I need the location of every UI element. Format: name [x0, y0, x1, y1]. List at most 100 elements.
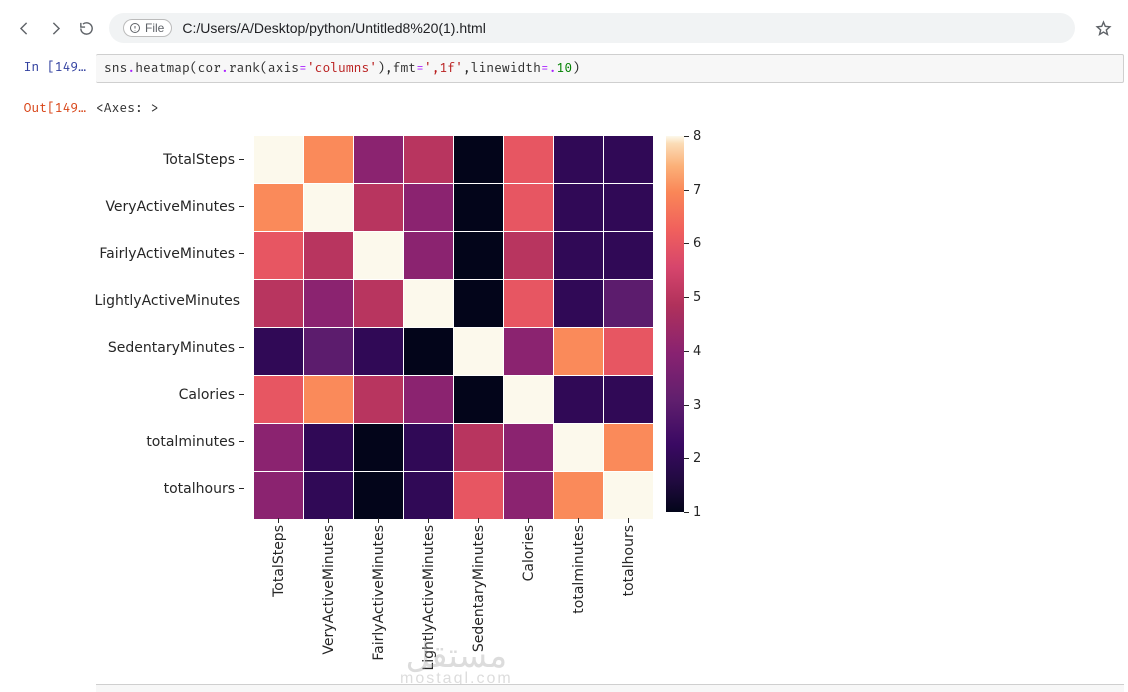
heatmap-cell	[304, 232, 353, 279]
heatmap-cell	[354, 376, 403, 423]
heatmap-cell	[254, 280, 303, 327]
heatmap-cell	[304, 424, 353, 471]
heatmap-cell	[354, 280, 403, 327]
heatmap-cell	[454, 232, 503, 279]
x-tick: totalminutes	[554, 518, 603, 673]
heatmap-cell	[554, 184, 603, 231]
heatmap-cell	[354, 184, 403, 231]
reload-button[interactable]	[78, 20, 95, 37]
heatmap-cell	[354, 424, 403, 471]
x-tick: TotalSteps	[254, 518, 303, 673]
heatmap-cell	[554, 280, 603, 327]
colorbar-tick: 4	[684, 344, 701, 359]
heatmap-cell	[554, 328, 603, 375]
heatmap-cell	[604, 136, 653, 183]
heatmap-cell	[254, 376, 303, 423]
heatmap-grid	[254, 136, 653, 519]
heatmap-cell	[504, 376, 553, 423]
heatmap-cell	[404, 184, 453, 231]
heatmap-cell	[454, 280, 503, 327]
heatmap-cell	[604, 472, 653, 519]
colorbar-tick: 7	[684, 183, 701, 198]
url-text: C:/Users/A/Desktop/python/Untitled8%20(1…	[182, 20, 485, 36]
heatmap-cell	[254, 136, 303, 183]
heatmap-cell	[254, 472, 303, 519]
heatmap-cell	[404, 280, 453, 327]
nav-controls	[16, 20, 95, 37]
address-bar[interactable]: File C:/Users/A/Desktop/python/Untitled8…	[109, 13, 1075, 43]
y-tick: VeryActiveMinutes	[96, 183, 250, 230]
colorbar-tick: 3	[684, 398, 701, 413]
heatmap-cell	[404, 232, 453, 279]
heatmap-cell	[604, 376, 653, 423]
x-tick: VeryActiveMinutes	[304, 518, 353, 673]
y-tick: TotalSteps	[96, 136, 250, 183]
heatmap-cell	[454, 424, 503, 471]
browser-toolbar: File C:/Users/A/Desktop/python/Untitled8…	[0, 10, 1128, 46]
heatmap-cell	[404, 136, 453, 183]
watermark: مستقل mostaql.com	[400, 636, 513, 688]
colorbar-tick: 6	[684, 236, 701, 251]
output-text: <Axes: >	[96, 95, 158, 116]
heatmap-cell	[404, 376, 453, 423]
page-content: In [149… sns.heatmap(cor.rank(axis='colu…	[0, 46, 1128, 692]
next-cell-bar	[96, 684, 1124, 692]
code-input[interactable]: sns.heatmap(cor.rank(axis='columns'),fmt…	[96, 54, 1124, 83]
heatmap-cell	[554, 376, 603, 423]
forward-button[interactable]	[47, 20, 64, 37]
back-button[interactable]	[16, 20, 33, 37]
heatmap-cell	[354, 328, 403, 375]
heatmap-cell	[454, 184, 503, 231]
heatmap-grid-wrap	[254, 136, 653, 519]
heatmap-cell	[404, 472, 453, 519]
y-tick: SedentaryMinutes	[96, 324, 250, 371]
y-tick: totalhours	[96, 465, 250, 512]
heatmap-cell	[354, 472, 403, 519]
output-cell: Out[149… <Axes: >	[0, 87, 1128, 120]
heatmap-cell	[404, 424, 453, 471]
heatmap-cell	[604, 424, 653, 471]
heatmap-cell	[504, 136, 553, 183]
heatmap-cell	[254, 328, 303, 375]
heatmap-cell	[554, 424, 603, 471]
file-chip: File	[123, 19, 172, 37]
heatmap-cell	[454, 472, 503, 519]
heatmap-cell	[604, 232, 653, 279]
x-tick: FairlyActiveMinutes	[354, 518, 403, 673]
heatmap-cell	[554, 136, 603, 183]
file-chip-label: File	[145, 21, 164, 35]
heatmap-cell	[504, 232, 553, 279]
heatmap-cell	[604, 184, 653, 231]
y-tick: LightlyActiveMinutes	[96, 277, 250, 324]
input-prompt: In [149…	[12, 54, 96, 83]
heatmap-cell	[304, 280, 353, 327]
heatmap-chart: TotalStepsVeryActiveMinutesFairlyActiveM…	[96, 130, 696, 680]
heatmap-cell	[254, 424, 303, 471]
y-tick: FairlyActiveMinutes	[96, 230, 250, 277]
output-prompt: Out[149…	[12, 95, 96, 116]
heatmap-cell	[304, 328, 353, 375]
heatmap-cell	[504, 280, 553, 327]
colorbar-tick: 2	[684, 451, 701, 466]
heatmap-cell	[304, 184, 353, 231]
heatmap-cell	[454, 376, 503, 423]
colorbar-tick: 5	[684, 290, 701, 305]
input-cell: In [149… sns.heatmap(cor.rank(axis='colu…	[0, 46, 1128, 87]
heatmap-cell	[404, 328, 453, 375]
bookmark-star-icon[interactable]	[1095, 20, 1112, 37]
heatmap-cell	[554, 232, 603, 279]
heatmap-cell	[454, 328, 503, 375]
heatmap-cell	[354, 232, 403, 279]
colorbar-tick: 1	[684, 505, 701, 520]
heatmap-cell	[504, 424, 553, 471]
heatmap-cell	[304, 376, 353, 423]
y-axis-ticks: TotalStepsVeryActiveMinutesFairlyActiveM…	[96, 136, 250, 512]
colorbar-tick: 8	[684, 129, 701, 144]
y-tick: Calories	[96, 371, 250, 418]
heatmap-cell	[554, 472, 603, 519]
heatmap-cell	[304, 136, 353, 183]
heatmap-cell	[504, 472, 553, 519]
heatmap-cell	[254, 232, 303, 279]
heatmap-cell	[604, 280, 653, 327]
heatmap-cell	[504, 328, 553, 375]
